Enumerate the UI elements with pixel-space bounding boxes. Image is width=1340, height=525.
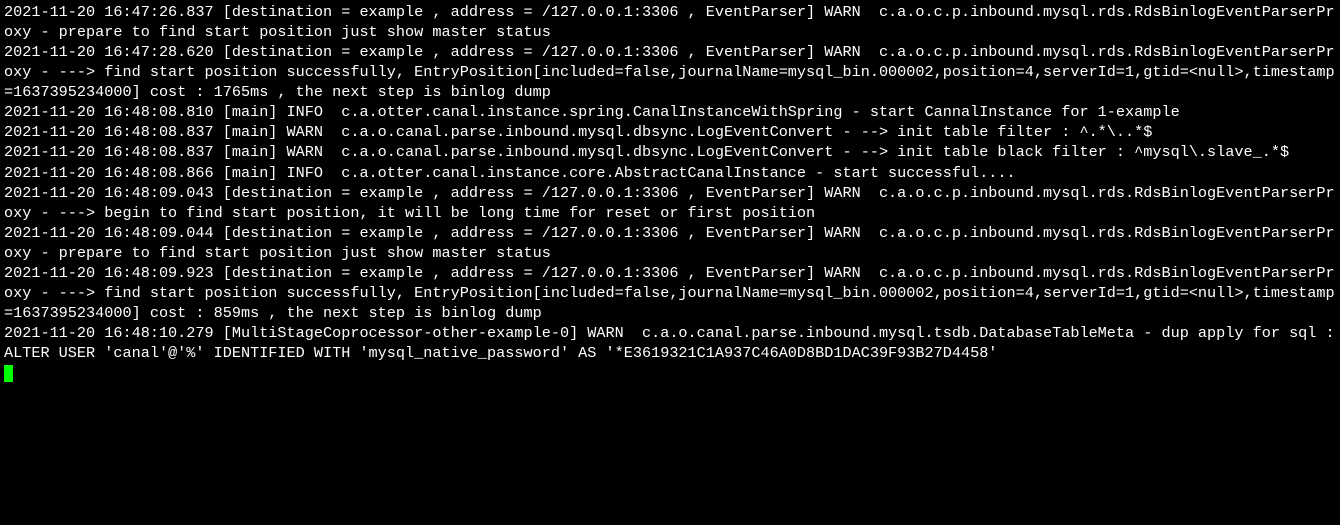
log-line: 2021-11-20 16:48:09.923 [destination = e… xyxy=(4,264,1335,322)
log-line: 2021-11-20 16:48:10.279 [MultiStageCopro… xyxy=(4,324,1340,362)
log-line: 2021-11-20 16:47:28.620 [destination = e… xyxy=(4,43,1335,101)
terminal-output[interactable]: 2021-11-20 16:47:26.837 [destination = e… xyxy=(0,0,1340,385)
log-line: 2021-11-20 16:48:08.837 [main] WARN c.a.… xyxy=(4,123,1152,141)
log-line: 2021-11-20 16:48:09.044 [destination = e… xyxy=(4,224,1335,262)
log-line: 2021-11-20 16:47:26.837 [destination = e… xyxy=(4,3,1335,41)
log-line: 2021-11-20 16:48:08.837 [main] WARN c.a.… xyxy=(4,143,1289,161)
terminal-cursor xyxy=(4,365,13,382)
log-line: 2021-11-20 16:48:08.810 [main] INFO c.a.… xyxy=(4,103,1180,121)
log-line: 2021-11-20 16:48:08.866 [main] INFO c.a.… xyxy=(4,164,1016,182)
log-line: 2021-11-20 16:48:09.043 [destination = e… xyxy=(4,184,1335,222)
